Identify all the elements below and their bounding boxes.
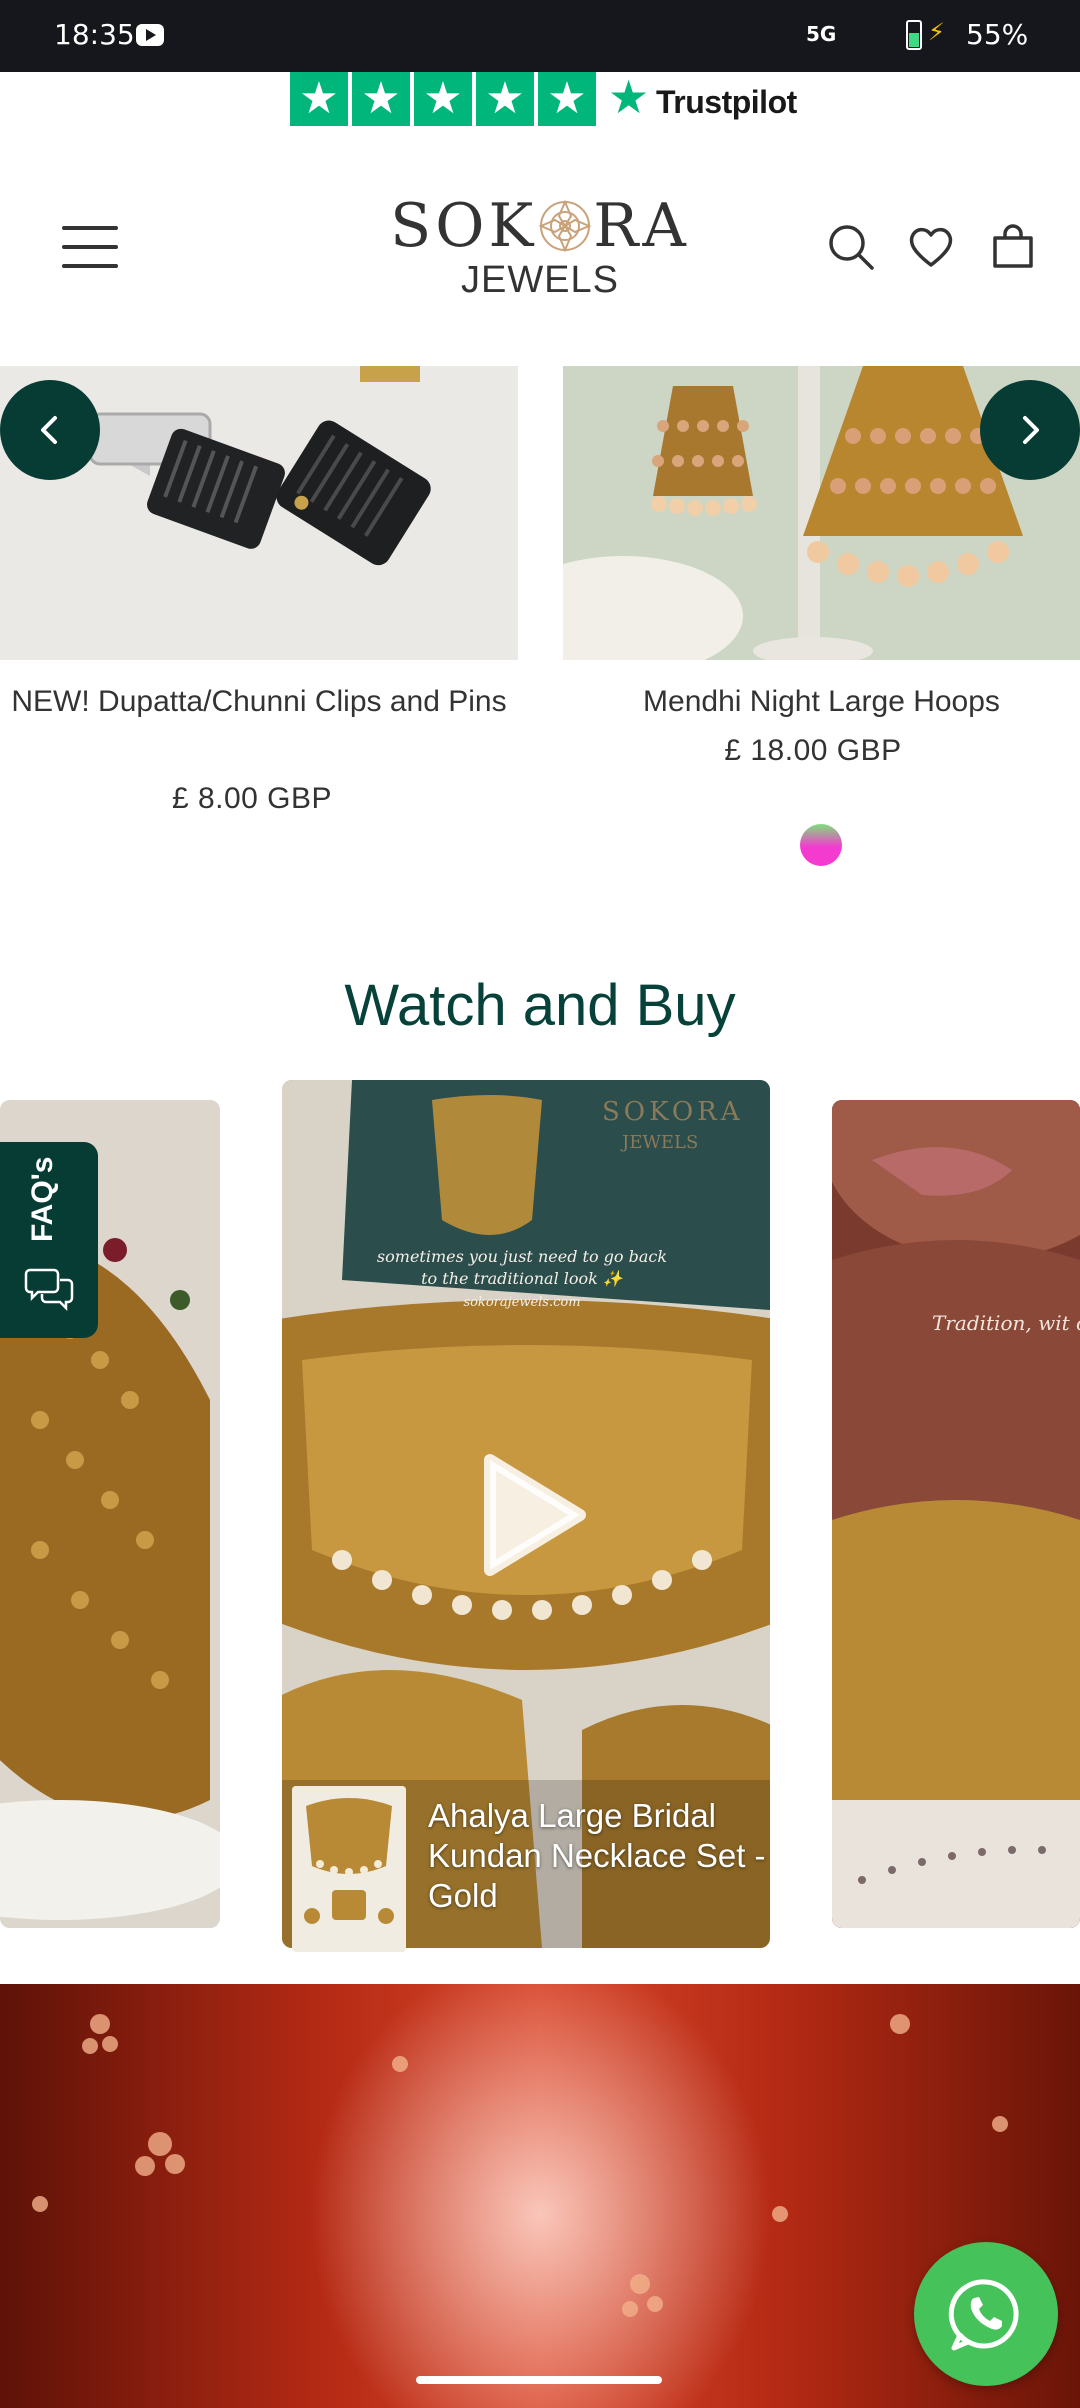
product-price: £ 8.00 GBP (171, 782, 333, 815)
search-icon[interactable] (826, 222, 876, 272)
status-time: 18:35 (54, 18, 135, 51)
svg-text:JEWELS: JEWELS (620, 1132, 698, 1153)
battery-icon (906, 20, 922, 50)
mandala-logo-icon (537, 198, 593, 254)
play-icon[interactable] (480, 1450, 590, 1580)
youtube-notification-icon (136, 24, 164, 46)
brand-logo[interactable]: SOK RA JEWELS (380, 192, 700, 300)
wishlist-heart-icon[interactable] (906, 222, 956, 272)
shopping-bag-icon[interactable] (988, 222, 1038, 272)
trustpilot-rating-stars: ★ ★ ★ ★ ★ (290, 72, 596, 126)
faq-label: FAQ's (26, 1156, 59, 1243)
svg-text:SOKORA: SOKORA (602, 1097, 744, 1127)
home-indicator[interactable] (416, 2376, 662, 2384)
charging-icon: ⚡ (928, 19, 945, 46)
chevron-left-icon (41, 416, 57, 444)
network-indicator: 5G (806, 22, 837, 46)
product-thumbnail[interactable] (292, 1786, 406, 1952)
chevron-right-icon (1023, 416, 1039, 444)
video-card-model[interactable]: Tradition, wit colo (832, 1100, 1080, 1928)
brand-name: SOK RA (390, 191, 690, 261)
trustpilot-widget[interactable]: ★ ★ ★ ★ ★ ★ Trustpilot (0, 72, 1080, 138)
color-swatch[interactable] (800, 824, 842, 866)
carousel-next-button[interactable] (980, 380, 1080, 480)
trustpilot-logo-icon: ★ (608, 71, 650, 123)
faq-tab[interactable]: FAQ's (0, 1142, 98, 1338)
status-bar: 18:35 5G ⚡ 55% (0, 0, 1080, 72)
star-icon: ★ (476, 72, 534, 126)
menu-icon[interactable] (62, 226, 118, 268)
star-icon: ★ (290, 72, 348, 126)
whatsapp-icon (948, 2279, 1019, 2351)
battery-percent: 55% (966, 18, 1029, 51)
star-icon: ★ (538, 72, 596, 126)
site-header: SOK RA JEWELS (0, 160, 1080, 350)
section-title-watch-and-buy: Watch and Buy (344, 973, 736, 1038)
star-icon: ★ (414, 72, 472, 126)
star-icon: ★ (352, 72, 410, 126)
product-price: £ 18.00 GBP (724, 734, 902, 767)
brand-sub: JEWELS (460, 259, 620, 301)
product-title[interactable]: Mendhi Night Large Hoops (563, 678, 1080, 726)
video-overlay-text: sometimes you just need to go back to th… (376, 1247, 668, 1310)
product-title[interactable]: NEW! Dupatta/Chunni Clips and Pins (0, 678, 518, 726)
hero-banner[interactable] (0, 1984, 1080, 2408)
carousel-prev-button[interactable] (0, 380, 100, 480)
video-caption[interactable]: Ahalya Large Bridal Kundan Necklace Set … (428, 1796, 768, 1916)
trustpilot-label: Trustpilot (656, 84, 797, 120)
whatsapp-chat-button[interactable] (914, 2242, 1058, 2386)
chat-bubbles-icon (24, 1268, 74, 1312)
svg-text:Tradition, wit colo: Tradition, wit colo (932, 1311, 1080, 1335)
